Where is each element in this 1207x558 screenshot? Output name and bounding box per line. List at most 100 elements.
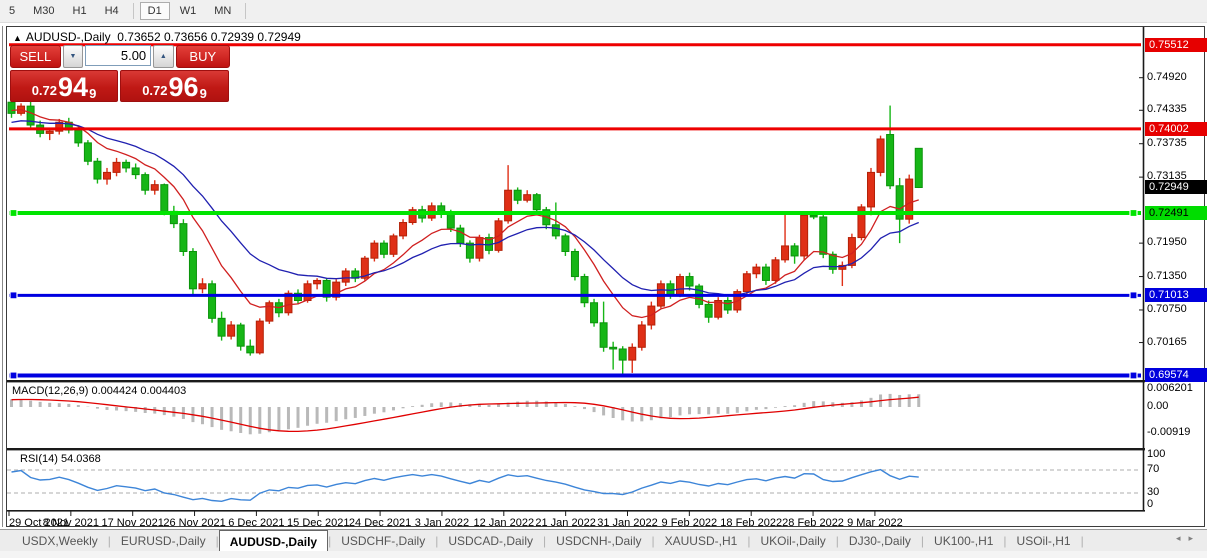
candle-up (505, 190, 512, 221)
candle-up (151, 185, 158, 191)
candle-down (533, 195, 540, 210)
candle-down (457, 228, 464, 243)
candle-down (686, 277, 693, 286)
price-tick-label: 0.74335 (1147, 103, 1207, 116)
candle-down (552, 225, 559, 236)
candle-up (199, 284, 206, 289)
buy-button[interactable]: BUY (176, 45, 230, 68)
pane-separator[interactable] (7, 448, 1145, 450)
candle-down (791, 246, 798, 256)
rsi-axis-label: 100 (1147, 448, 1207, 461)
timeframe-button-h1[interactable]: H1 (65, 2, 95, 20)
date-axis-label: 31 Jan 2022 (597, 517, 658, 529)
chart-tab-xauusd[interactable]: XAUUSD-,H1 (655, 530, 748, 552)
date-axis-label: 24 Dec 2021 (349, 517, 411, 529)
candle-down (562, 236, 569, 252)
candle-up (476, 238, 483, 259)
candle-down (180, 224, 187, 252)
chart-tab-usdchf[interactable]: USDCHF-,Daily (331, 530, 435, 552)
macd-signal-line (12, 397, 919, 431)
candle-down (705, 304, 712, 317)
sell-price-tile[interactable]: 0.72 94 9 (10, 70, 118, 102)
chart-tab-dj30[interactable]: DJ30-,Daily (839, 530, 921, 552)
price-level-badge: 0.75512 (1145, 38, 1207, 52)
line-endpoint-marker[interactable] (1130, 292, 1137, 299)
date-axis-label: 6 Dec 2021 (228, 517, 284, 529)
chart-tab-ukoil[interactable]: UKOil-,Daily (750, 530, 835, 552)
candle-down (132, 168, 139, 175)
candle-down (380, 243, 387, 254)
line-endpoint-marker[interactable] (10, 210, 17, 217)
candle-down (810, 215, 817, 217)
candle-up (877, 139, 884, 172)
chart-tab-uk100[interactable]: UK100-,H1 (924, 530, 1003, 552)
candle-up (314, 280, 321, 283)
candle-down (75, 130, 82, 143)
candle-up (629, 347, 636, 360)
volume-increase-button[interactable]: ▲ (153, 45, 173, 68)
sell-button[interactable]: SELL (10, 45, 61, 68)
chart-tab-audusd[interactable]: AUDUSD-,Daily (219, 530, 328, 552)
collapse-arrow-icon[interactable]: ▲ (13, 33, 22, 43)
date-axis-label: 8 Nov 2021 (43, 517, 99, 529)
candle-down (591, 303, 598, 323)
candle-down (142, 175, 149, 191)
candle-up (743, 274, 750, 292)
toolbar-separator (133, 3, 134, 19)
candle-up (46, 131, 53, 133)
candle-up (113, 162, 120, 172)
one-click-trade-panel: SELL ▼ ▲ BUY 0.72 94 9 0.72 96 9 (10, 45, 230, 102)
chart-tab-usoil[interactable]: USOil-,H1 (1007, 530, 1081, 552)
status-strip (0, 551, 1207, 558)
timeframe-button-5[interactable]: 5 (1, 2, 23, 20)
chart-tab-usdcad[interactable]: USDCAD-,Daily (438, 530, 543, 552)
buy-price-tile[interactable]: 0.72 96 9 (120, 70, 229, 102)
timeframe-button-d1[interactable]: D1 (140, 2, 170, 20)
rsi-pane (7, 470, 1138, 502)
chart-tab-eurusd[interactable]: EURUSD-,Daily (111, 530, 216, 552)
volume-decrease-button[interactable]: ▼ (63, 45, 83, 68)
chart-window: ▲AUDUSD-,Daily 0.73652 0.73656 0.72939 0… (6, 26, 1205, 527)
line-endpoint-marker[interactable] (10, 292, 17, 299)
line-endpoint-marker[interactable] (1130, 372, 1137, 379)
date-axis-label: 3 Jan 2022 (415, 517, 469, 529)
candle-down (8, 102, 15, 113)
line-endpoint-marker[interactable] (1130, 210, 1137, 217)
candle-up (753, 267, 760, 274)
tab-separator: | (1081, 530, 1084, 552)
timeframe-button-m30[interactable]: M30 (25, 2, 62, 20)
line-endpoint-marker[interactable] (10, 372, 17, 379)
volume-input[interactable] (85, 45, 151, 66)
candle-down (581, 277, 588, 303)
price-tick-label: 0.71350 (1147, 270, 1207, 283)
candle-up (371, 243, 378, 258)
candle-up (400, 223, 407, 236)
pane-separator[interactable] (7, 380, 1145, 382)
window-left-edge (2, 26, 3, 527)
tab-scroll-right-icon[interactable]: ▸ (1188, 533, 1201, 543)
candle-up (638, 325, 645, 347)
date-axis-label: 18 Feb 2022 (720, 517, 782, 529)
price-level-badge: 0.72949 (1145, 180, 1207, 194)
pane-separator (7, 510, 1145, 512)
timeframe-button-w1[interactable]: W1 (172, 2, 205, 20)
candle-up (782, 246, 789, 260)
date-axis-label: 17 Nov 2021 (101, 517, 163, 529)
candle-down (218, 318, 225, 336)
date-axis-label: 26 Nov 2021 (163, 517, 225, 529)
timeframe-button-h4[interactable]: H4 (97, 2, 127, 20)
candle-down (84, 143, 91, 161)
sell-price-big: 94 (58, 74, 88, 101)
candle-up (390, 236, 397, 254)
macd-indicator-label: MACD(12,26,9) 0.004424 0.004403 (12, 385, 186, 397)
candle-down (94, 161, 101, 179)
candle-down (724, 301, 731, 310)
chart-tab-usdx[interactable]: USDX,Weekly (12, 530, 108, 552)
timeframe-button-mn[interactable]: MN (206, 2, 239, 20)
price-tick-label: 0.71950 (1147, 236, 1207, 249)
tab-scroll-left-icon[interactable]: ◂ (1176, 533, 1189, 543)
chart-tab-usdcnh[interactable]: USDCNH-,Daily (546, 530, 651, 552)
price-tick-label: 0.70165 (1147, 336, 1207, 349)
tab-scroll-arrows: ◂▸ (1176, 533, 1201, 544)
date-axis-label: 12 Jan 2022 (474, 517, 535, 529)
